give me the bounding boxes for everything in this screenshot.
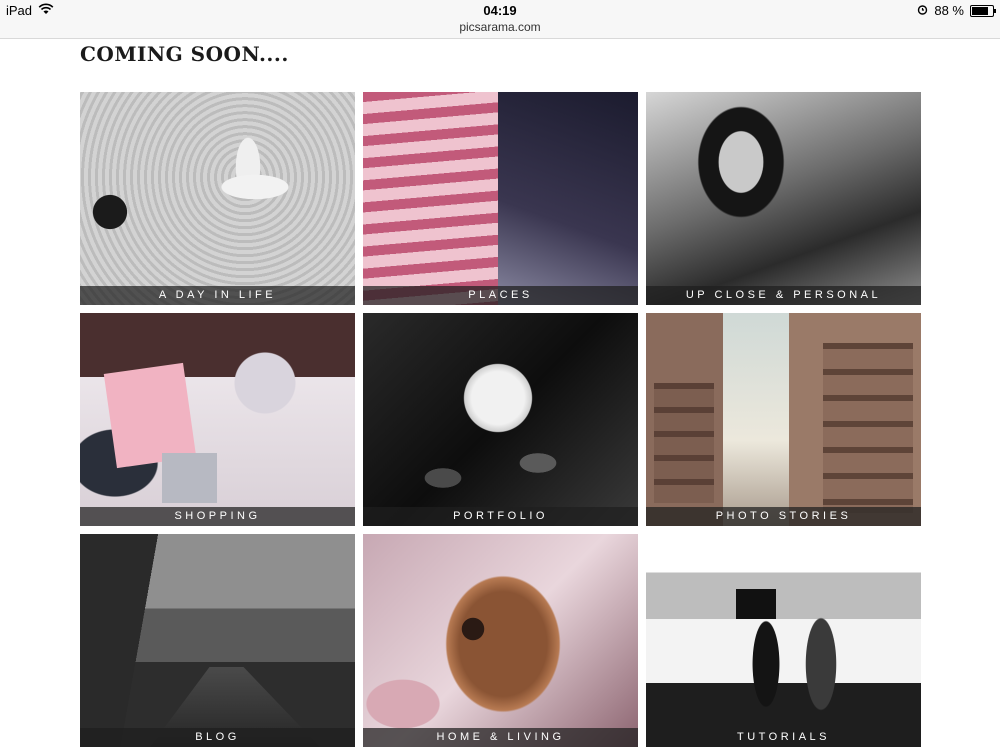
battery-icon — [970, 4, 996, 17]
alarm-clock-icon — [917, 3, 928, 18]
status-bar: iPad 04:19 picsarama.com 88 % — [0, 0, 1000, 39]
tile-caption: UP CLOSE & PERSONAL — [646, 286, 921, 305]
tile-shopping[interactable]: SHOPPING — [80, 313, 355, 526]
tile-caption: A DAY IN LIFE — [80, 286, 355, 305]
tile-caption: HOME & LIVING — [363, 728, 638, 747]
clock: 04:19 — [483, 3, 517, 18]
tile-photo — [80, 92, 355, 305]
tile-photo — [646, 313, 921, 526]
tile-a-day-in-life[interactable]: A DAY IN LIFE — [80, 92, 355, 305]
tile-photo — [646, 534, 921, 747]
address-bar-url[interactable]: picsarama.com — [0, 20, 1000, 34]
tile-portfolio[interactable]: PORTFOLIO — [363, 313, 638, 526]
tile-photo — [363, 313, 638, 526]
tile-photo-stories[interactable]: PHOTO STORIES — [646, 313, 921, 526]
tile-places[interactable]: PLACES — [363, 92, 638, 305]
tile-photo — [80, 313, 355, 526]
battery-percentage: 88 % — [934, 3, 964, 18]
tile-home-living[interactable]: HOME & LIVING — [363, 534, 638, 747]
tile-caption: SHOPPING — [80, 507, 355, 526]
status-right: 88 % — [917, 3, 996, 18]
page-heading: COMING SOON.... — [80, 42, 289, 66]
tile-caption: BLOG — [80, 728, 355, 747]
tile-photo — [646, 92, 921, 305]
tile-photo — [363, 92, 638, 305]
tile-caption: PORTFOLIO — [363, 507, 638, 526]
tile-caption: PLACES — [363, 286, 638, 305]
tile-caption: PHOTO STORIES — [646, 507, 921, 526]
tile-up-close-personal[interactable]: UP CLOSE & PERSONAL — [646, 92, 921, 305]
tile-tutorials[interactable]: TUTORIALS — [646, 534, 921, 747]
category-grid: A DAY IN LIFE PLACES UP CLOSE & PERSONAL… — [80, 92, 921, 747]
tile-photo — [80, 534, 355, 747]
tile-caption: TUTORIALS — [646, 728, 921, 747]
tile-blog[interactable]: BLOG — [80, 534, 355, 747]
battery-level — [972, 6, 988, 15]
tile-photo — [363, 534, 638, 747]
